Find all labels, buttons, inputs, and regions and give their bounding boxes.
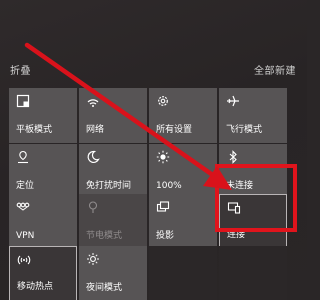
annotation-arrow	[24, 42, 232, 190]
action-center-panel: 折叠 全部新建 平板模式 网络 所有设置 飞行模式 定位 免打扰时间 100% …	[0, 0, 307, 300]
